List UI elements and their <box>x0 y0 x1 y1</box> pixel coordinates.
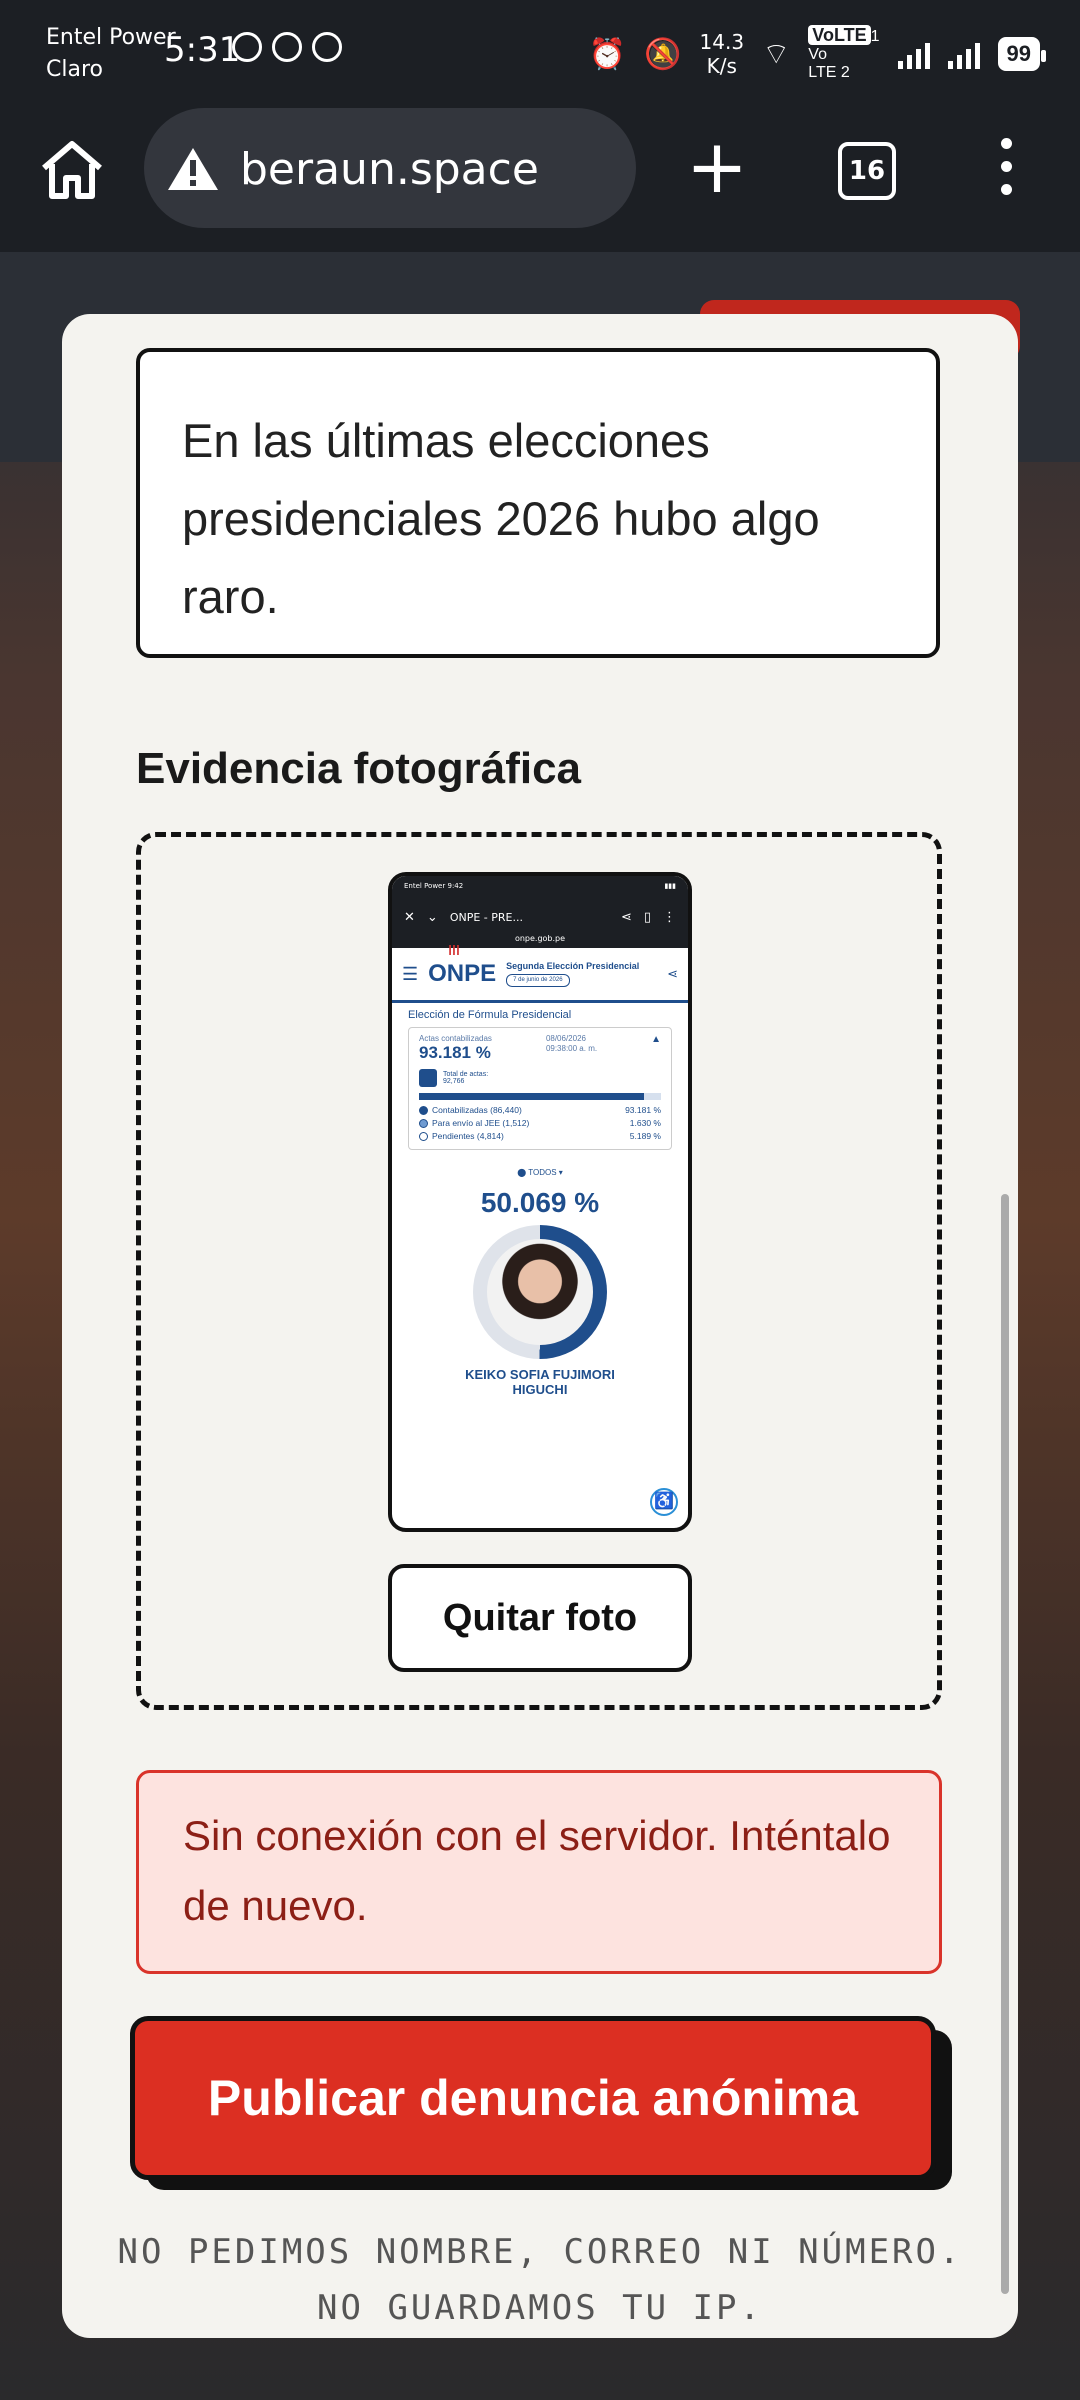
photo-legend: Contabilizadas (86,440) 93.181 % Para env… <box>419 1104 661 1143</box>
photo-status-icons: ▮▮▮ <box>664 882 676 890</box>
lte-sub-label: Vo <box>808 46 827 63</box>
accessibility-icon: ♿ <box>650 1488 678 1516</box>
volte-indicator: VoLTE 1 Vo LTE 2 <box>808 25 880 82</box>
volte-sim: 1 <box>870 28 880 45</box>
modal-scrollbar[interactable] <box>1001 1194 1009 2294</box>
carrier-line-1: Entel Power <box>46 25 176 50</box>
legend-value: 1.630 % <box>629 1118 661 1128</box>
photo-update-datetime: 08/06/2026 09:38:00 a. m. <box>546 1034 597 1054</box>
battery-icon: 99 <box>997 37 1047 71</box>
legend-item: Contabilizadas (86,440) 93.181 % <box>419 1104 661 1117</box>
photo-time: 9:42 <box>447 882 464 890</box>
photo-progress-fill <box>419 1093 645 1100</box>
photo-total-actas: Total de actas: 92,766 <box>419 1069 661 1087</box>
error-alert: Sin conexión con el servidor. Inténtalo … <box>136 1770 942 1974</box>
network-speed-unit: K/s <box>706 54 737 78</box>
photo-update-date: 08/06/2026 <box>545 1034 586 1043</box>
muted-bell-icon: 🔕 <box>644 36 682 72</box>
photo-browser-toolbar: ✕ ⌄ ONPE - PRE... ⋖ ▯ ⋮ <box>392 900 688 934</box>
overflow-menu-icon[interactable] <box>996 138 1016 195</box>
wifi-icon: ⌔ <box>762 37 791 72</box>
photo-results-card: Actas contabilizadas 93.181 % 08/06/2026… <box>408 1027 672 1150</box>
photo-progress-bar <box>419 1093 661 1100</box>
photo-update-time: 09:38:00 a. m. <box>545 1044 598 1053</box>
carrier-line-2: Claro <box>46 57 103 82</box>
publish-report-button[interactable]: Publicar denuncia anónima <box>130 2016 936 2180</box>
new-tab-button[interactable]: + <box>686 130 748 204</box>
report-message-text: En las últimas elecciones presidenciales… <box>182 414 820 623</box>
network-speed-value: 14.3 <box>699 30 745 54</box>
photo-total-value: 92,766 <box>443 1078 465 1085</box>
evidence-photo: Entel Power 9:42 ▮▮▮ ✕ ⌄ ONPE - PRE... ⋖… <box>388 872 692 1532</box>
photo-status-bar: Entel Power 9:42 ▮▮▮ <box>392 876 688 900</box>
photo-actas-label: Actas contabilizadas <box>419 1034 492 1043</box>
report-message-box[interactable]: En las últimas elecciones presidenciales… <box>136 348 940 658</box>
photo-onpe-header: ☰ ONPE Segunda Elección Presidencial 7 d… <box>392 942 688 1003</box>
photo-tab-title: ONPE - PRE... <box>449 910 523 924</box>
photo-total-label: Total de actas: <box>443 1071 489 1078</box>
error-message: Sin conexión con el servidor. Inténtalo … <box>183 1812 891 1929</box>
home-icon[interactable] <box>38 136 106 204</box>
clock: 5:31 <box>164 30 241 70</box>
tab-switcher-button[interactable]: 16 <box>838 142 896 200</box>
photo-bookmark-icon: ▯ <box>643 909 651 925</box>
address-bar[interactable]: beraun.space <box>144 108 636 228</box>
legend-item: Para envío al JEE (1,512) 1.630 % <box>419 1117 661 1130</box>
photo-candidate-name-line1: KEIKO SOFIA FUJIMORI <box>465 1367 615 1382</box>
photo-menu-icon: ⋮ <box>663 909 676 925</box>
lte-label: LTE 2 <box>808 64 850 81</box>
photo-collapse-icon: ▲ <box>651 1034 661 1045</box>
photo-filter-label: TODOS <box>528 1168 557 1177</box>
photo-candidate-name-line2: HIGUCHI <box>512 1382 568 1397</box>
photo-election-title: Segunda Elección Presidencial 7 de junio… <box>506 961 657 987</box>
status-bar: Entel Power Claro 5:31 ⏰ 🔕 14.3 K/s ⌔ Vo… <box>0 0 1080 100</box>
photo-hamburger-icon: ☰ <box>402 963 419 984</box>
photo-close-icon: ✕ <box>404 909 415 925</box>
photo-check-icon <box>419 1069 437 1087</box>
signal-icon <box>947 39 980 69</box>
remove-photo-button[interactable]: Quitar foto <box>388 1564 692 1672</box>
notification-icons <box>232 32 342 62</box>
photo-candidate-ring <box>473 1225 607 1359</box>
photo-candidate-name: KEIKO SOFIA FUJIMORI HIGUCHI <box>392 1367 688 1397</box>
photo-chevron-icon: ⌄ <box>426 909 438 925</box>
photo-url: onpe.gob.pe <box>392 934 688 948</box>
volte-label: VoLTE <box>808 25 871 45</box>
photo-location-icon: ⬤ <box>517 1168 527 1177</box>
photo-share-icon: ⋖ <box>667 966 678 981</box>
warning-icon[interactable] <box>166 146 220 192</box>
photo-actas-pct: 93.181 % <box>419 1043 491 1062</box>
browser-toolbar: beraun.space + 16 <box>0 100 1080 254</box>
photo-election-name: Segunda Elección Presidencial <box>506 961 640 971</box>
candidate-portrait <box>487 1239 593 1345</box>
carrier-label: Entel Power Claro <box>46 22 176 86</box>
legend-label: Pendientes (4,814) <box>432 1131 504 1141</box>
privacy-note: NO PEDIMOS NOMBRE, CORREO NI NÚMERO. NO … <box>117 2232 963 2328</box>
whatsapp-icon <box>232 32 262 62</box>
legend-label: Para envío al JEE (1,512) <box>432 1118 530 1128</box>
photo-share-icon: ⋖ <box>620 909 632 925</box>
network-speed: 14.3 K/s <box>700 30 745 78</box>
evidence-title: Evidencia fotográfica <box>136 744 582 793</box>
legend-label: Contabilizadas (86,440) <box>432 1105 522 1115</box>
legend-item: Pendientes (4,814) 5.189 % <box>419 1130 661 1143</box>
photo-election-date: 7 de junio de 2026 <box>506 974 570 987</box>
photo-section-title: Elección de Fórmula Presidencial <box>408 1009 572 1021</box>
url-text[interactable]: beraun.space <box>240 144 539 195</box>
photo-candidate-pct: 50.069 % <box>480 1187 600 1218</box>
signal-icon <box>897 39 930 69</box>
legend-value: 5.189 % <box>629 1131 661 1141</box>
legend-value: 93.181 % <box>625 1105 661 1115</box>
alarm-icon: ⏰ <box>588 36 627 72</box>
photo-carrier: Entel Power <box>404 882 446 890</box>
whatsapp-icon <box>312 32 342 62</box>
onpe-logo: ONPE <box>428 942 496 988</box>
photo-filter: ⬤ TODOS ▾ <box>517 1168 563 1177</box>
whatsapp-business-icon <box>272 32 302 62</box>
system-icons: ⏰ 🔕 14.3 K/s ⌔ VoLTE 1 Vo LTE 2 99 <box>588 25 1047 82</box>
